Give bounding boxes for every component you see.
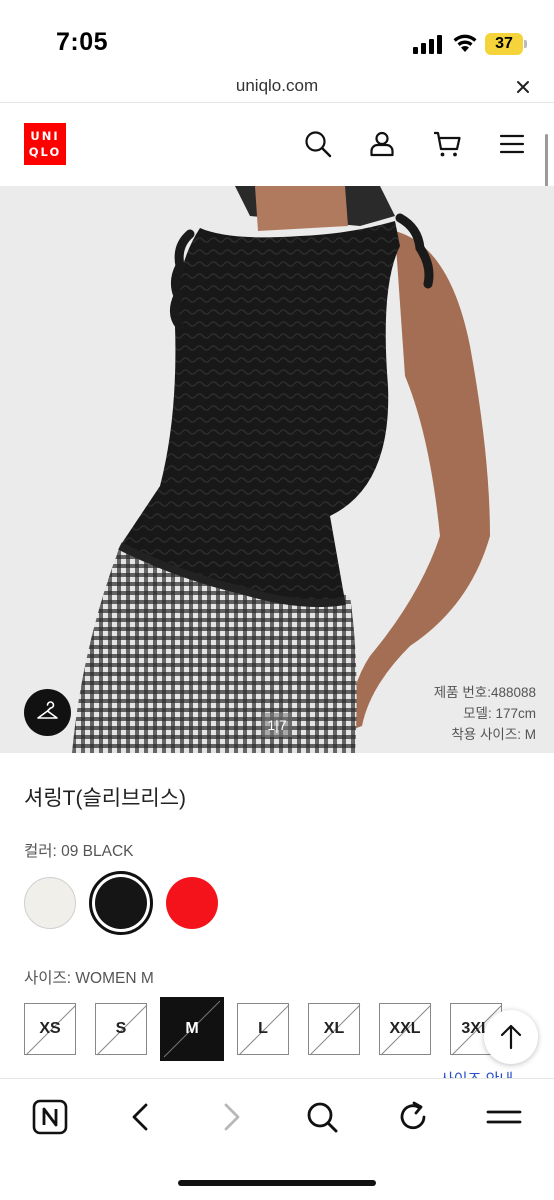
battery-indicator: 37 — [485, 33, 523, 55]
close-icon[interactable] — [512, 76, 534, 98]
size-option-label: S — [115, 1020, 127, 1037]
product-photo — [0, 186, 554, 753]
product-meta: 제품 번호:488088 모델: 177cm 착용 사이즈: M — [434, 682, 536, 745]
battery-tip — [524, 40, 527, 48]
cellular-signal-icon — [413, 34, 443, 54]
back-icon[interactable] — [120, 1097, 160, 1137]
wifi-icon — [453, 34, 477, 52]
naver-home-icon[interactable] — [30, 1097, 70, 1137]
hanger-button[interactable] — [24, 689, 71, 736]
forward-icon[interactable] — [212, 1097, 252, 1137]
size-option-xxl[interactable]: XXL — [379, 1003, 432, 1056]
size-option-label: L — [258, 1020, 268, 1037]
product-image[interactable]: 1|7 제품 번호:488088 모델: 177cm 착용 사이즈: M — [0, 186, 554, 753]
size-option-label: XXL — [389, 1020, 421, 1037]
uniqlo-logo[interactable]: UNI QLO — [24, 123, 66, 165]
color-swatch-red[interactable] — [166, 877, 218, 929]
product-name: 셔링T(슬리브리스) — [24, 787, 187, 810]
arrow-up-icon — [500, 1024, 522, 1050]
size-option-label: XS — [39, 1020, 61, 1037]
menu-icon[interactable] — [498, 129, 528, 159]
model-wear-size: 착용 사이즈: M — [451, 727, 536, 742]
color-swatch-white[interactable] — [24, 877, 76, 929]
cart-icon[interactable] — [432, 129, 462, 159]
scroll-to-top-button[interactable] — [484, 1010, 538, 1064]
hanger-icon — [37, 701, 58, 719]
search-icon[interactable] — [303, 129, 333, 159]
image-page-indicator: 1|7 — [262, 713, 292, 737]
size-label: 사이즈: WOMEN M — [24, 970, 154, 987]
logo-text-bottom: QLO — [28, 145, 62, 159]
search-icon[interactable] — [302, 1097, 342, 1137]
size-option-s[interactable]: S — [95, 1003, 148, 1056]
model-height: 모델: 177cm — [463, 706, 536, 721]
color-swatch-black[interactable] — [95, 877, 147, 929]
refresh-icon[interactable] — [393, 1097, 433, 1137]
logo-text-top: UNI — [30, 129, 60, 143]
size-option-m[interactable]: M — [160, 997, 224, 1061]
size-option-xl[interactable]: XL — [308, 1003, 361, 1056]
size-option-xs[interactable]: XS — [24, 1003, 77, 1056]
size-option-label: XL — [323, 1020, 345, 1037]
size-option-l[interactable]: L — [237, 1003, 290, 1056]
status-time: 7:05 — [56, 28, 109, 56]
url-text[interactable]: uniqlo.com — [0, 76, 554, 96]
site-header: UNI QLO — [0, 103, 554, 186]
size-option-label: M — [185, 1020, 199, 1037]
home-indicator[interactable] — [178, 1180, 376, 1186]
product-number: 제품 번호:488088 — [433, 685, 536, 700]
user-icon[interactable] — [367, 129, 397, 159]
menu-icon[interactable] — [484, 1097, 524, 1137]
url-bar[interactable]: uniqlo.com — [0, 72, 554, 102]
status-bar: 7:05 37 — [0, 0, 554, 72]
color-label: 컬러: 09 BLACK — [24, 843, 134, 860]
